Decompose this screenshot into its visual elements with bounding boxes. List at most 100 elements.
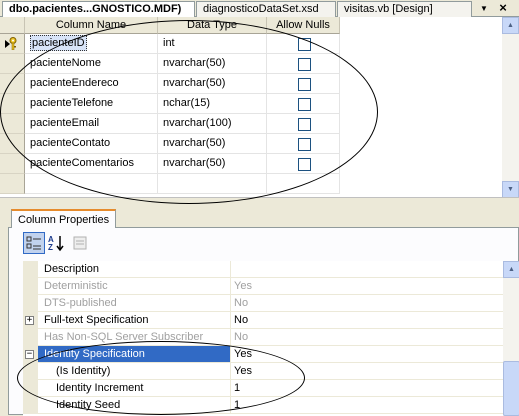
row-selector[interactable] — [0, 134, 25, 154]
close-icon[interactable]: × — [495, 1, 511, 16]
column-properties-panel: Column Properties A Z Description Determ… — [0, 198, 519, 416]
property-value[interactable]: 1 — [231, 397, 503, 414]
tab-dataset-xsd[interactable]: diagnosticoDataSet.xsd — [196, 1, 336, 17]
property-value[interactable] — [231, 261, 503, 278]
categorized-button[interactable] — [23, 232, 45, 254]
allow-nulls-checkbox[interactable] — [298, 38, 311, 51]
allow-nulls-cell — [267, 114, 340, 134]
tab-label: dbo.pacientes...GNOSTICO.MDF) — [9, 3, 182, 15]
sort-az-icon: A Z — [48, 235, 64, 252]
row-selector[interactable] — [0, 154, 25, 174]
property-value[interactable]: Yes — [231, 363, 503, 380]
column-name-cell[interactable]: pacienteEmail — [25, 114, 158, 134]
column-grid: Column Name Data Type Allow Nulls pacien… — [0, 17, 500, 197]
data-type-cell[interactable]: nvarchar(50) — [158, 154, 267, 174]
row-selector[interactable] — [0, 174, 25, 194]
column-name-cell[interactable] — [25, 174, 158, 194]
property-row[interactable]: − Identity Specification Yes — [23, 346, 503, 363]
tab-label: visitas.vb [Design] — [344, 3, 433, 15]
column-name-cell[interactable]: pacienteID — [25, 34, 158, 54]
column-name-text: pacienteEndereco — [30, 77, 119, 89]
collapse-icon[interactable]: − — [25, 350, 34, 359]
property-gutter — [23, 278, 38, 295]
table-row[interactable]: pacienteID int — [0, 34, 500, 54]
property-value[interactable]: No — [231, 312, 503, 329]
table-row[interactable]: pacienteComentarios nvarchar(50) — [0, 154, 500, 174]
property-gutter — [23, 363, 38, 380]
row-selector[interactable] — [0, 114, 25, 134]
data-type-header: Data Type — [158, 17, 267, 34]
properties-scrollbar[interactable]: ▲ — [503, 261, 519, 416]
column-name-text: pacienteID — [30, 35, 87, 51]
scroll-thumb[interactable] — [503, 361, 519, 416]
property-pages-button — [69, 232, 91, 254]
tab-visitas-design[interactable]: visitas.vb [Design] — [337, 1, 472, 17]
column-name-text: pacienteContato — [30, 137, 111, 149]
property-name: Identity Increment — [38, 380, 231, 397]
allow-nulls-checkbox[interactable] — [298, 78, 311, 91]
allow-nulls-checkbox[interactable] — [298, 58, 311, 71]
table-row[interactable]: pacienteTelefone nchar(15) — [0, 94, 500, 114]
table-row[interactable]: pacienteContato nvarchar(50) — [0, 134, 500, 154]
expand-icon[interactable]: + — [25, 316, 34, 325]
chevron-down-icon[interactable]: ▼ — [478, 2, 490, 15]
data-type-cell[interactable]: nvarchar(50) — [158, 54, 267, 74]
property-row[interactable]: Identity Increment 1 — [23, 380, 503, 397]
property-row[interactable]: + Full-text Specification No — [23, 312, 503, 329]
data-type-cell[interactable]: nvarchar(100) — [158, 114, 267, 134]
property-gutter — [23, 380, 38, 397]
properties-toolbar: A Z — [19, 232, 109, 254]
table-designer: Column Name Data Type Allow Nulls pacien… — [0, 17, 519, 198]
designer-scrollbar[interactable]: ▲ ▼ — [502, 17, 519, 197]
table-row[interactable] — [0, 174, 500, 194]
property-gutter: − — [23, 346, 38, 363]
row-selector[interactable] — [0, 74, 25, 94]
column-name-text: pacienteComentarios — [30, 157, 134, 169]
property-row[interactable]: Identity Seed 1 — [23, 397, 503, 414]
allow-nulls-checkbox[interactable] — [298, 118, 311, 131]
alphabetical-button[interactable]: A Z — [45, 232, 67, 254]
property-row[interactable]: DTS-published No — [23, 295, 503, 312]
column-name-cell[interactable]: pacienteEndereco — [25, 74, 158, 94]
allow-nulls-cell — [267, 34, 340, 54]
allow-nulls-cell — [267, 154, 340, 174]
table-row[interactable]: pacienteEmail nvarchar(100) — [0, 114, 500, 134]
allow-nulls-checkbox[interactable] — [298, 158, 311, 171]
column-name-cell[interactable]: pacienteTelefone — [25, 94, 158, 114]
table-row[interactable]: pacienteNome nvarchar(50) — [0, 54, 500, 74]
property-value[interactable]: Yes — [231, 346, 503, 363]
property-gutter — [23, 261, 38, 278]
column-name-cell[interactable]: pacienteComentarios — [25, 154, 158, 174]
table-row[interactable]: pacienteEndereco nvarchar(50) — [0, 74, 500, 94]
scroll-up-icon[interactable]: ▲ — [503, 261, 519, 278]
allow-nulls-checkbox[interactable] — [298, 138, 311, 151]
property-row[interactable]: Has Non-SQL Server Subscriber No — [23, 329, 503, 346]
scroll-down-icon[interactable]: ▼ — [502, 181, 519, 197]
property-name: DTS-published — [38, 295, 231, 312]
data-type-cell[interactable]: nvarchar(50) — [158, 74, 267, 94]
allow-nulls-checkbox[interactable] — [298, 98, 311, 111]
property-name: Identity Specification — [38, 346, 231, 363]
column-name-cell[interactable]: pacienteContato — [25, 134, 158, 154]
property-row[interactable]: Description — [23, 261, 503, 278]
property-value[interactable]: 1 — [231, 380, 503, 397]
row-selector[interactable] — [0, 34, 25, 54]
allow-nulls-cell — [267, 134, 340, 154]
property-value: Yes — [231, 278, 503, 295]
property-pages-icon — [73, 236, 87, 250]
property-row[interactable]: Deterministic Yes — [23, 278, 503, 295]
property-gutter — [23, 397, 38, 414]
data-type-cell[interactable]: nvarchar(50) — [158, 134, 267, 154]
data-type-cell[interactable]: int — [158, 34, 267, 54]
row-selector[interactable] — [0, 54, 25, 74]
property-row[interactable]: (Is Identity) Yes — [23, 363, 503, 380]
property-name: Description — [38, 261, 231, 278]
scroll-up-icon[interactable]: ▲ — [502, 17, 519, 34]
tab-pacientes-table[interactable]: dbo.pacientes...GNOSTICO.MDF) — [2, 1, 195, 18]
row-selector[interactable] — [0, 94, 25, 114]
data-type-cell[interactable]: nchar(15) — [158, 94, 267, 114]
property-name: Full-text Specification — [38, 312, 231, 329]
column-name-cell[interactable]: pacienteNome — [25, 54, 158, 74]
data-type-cell[interactable] — [158, 174, 267, 194]
tab-column-properties[interactable]: Column Properties — [11, 209, 117, 228]
